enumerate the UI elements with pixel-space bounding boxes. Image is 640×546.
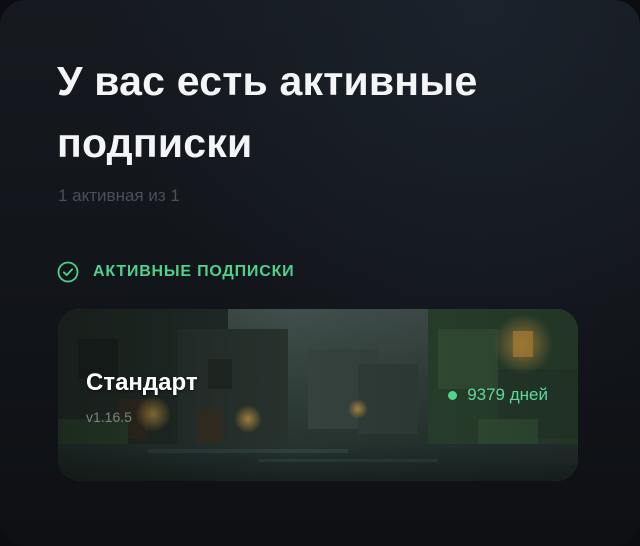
active-count-subtitle: 1 активная из 1 xyxy=(58,186,180,205)
subscription-version: v1.16.5 xyxy=(86,409,132,425)
page-title: У вас есть активные подписки xyxy=(57,58,478,166)
active-subscriptions-header: АКТИВНЫЕ ПОДПИСКИ xyxy=(57,261,294,283)
subscriptions-panel: У вас есть активные подписки 1 активная … xyxy=(0,0,640,546)
subscription-name: Стандарт xyxy=(86,369,198,396)
check-circle-icon xyxy=(57,261,79,283)
days-remaining: 9379 дней xyxy=(448,385,548,405)
subscription-card[interactable]: Стандарт v1.16.5 9379 дней xyxy=(58,309,578,481)
status-dot-icon xyxy=(448,390,458,400)
section-label: АКТИВНЫЕ ПОДПИСКИ xyxy=(93,263,295,280)
days-remaining-label: 9379 дней xyxy=(467,385,548,404)
